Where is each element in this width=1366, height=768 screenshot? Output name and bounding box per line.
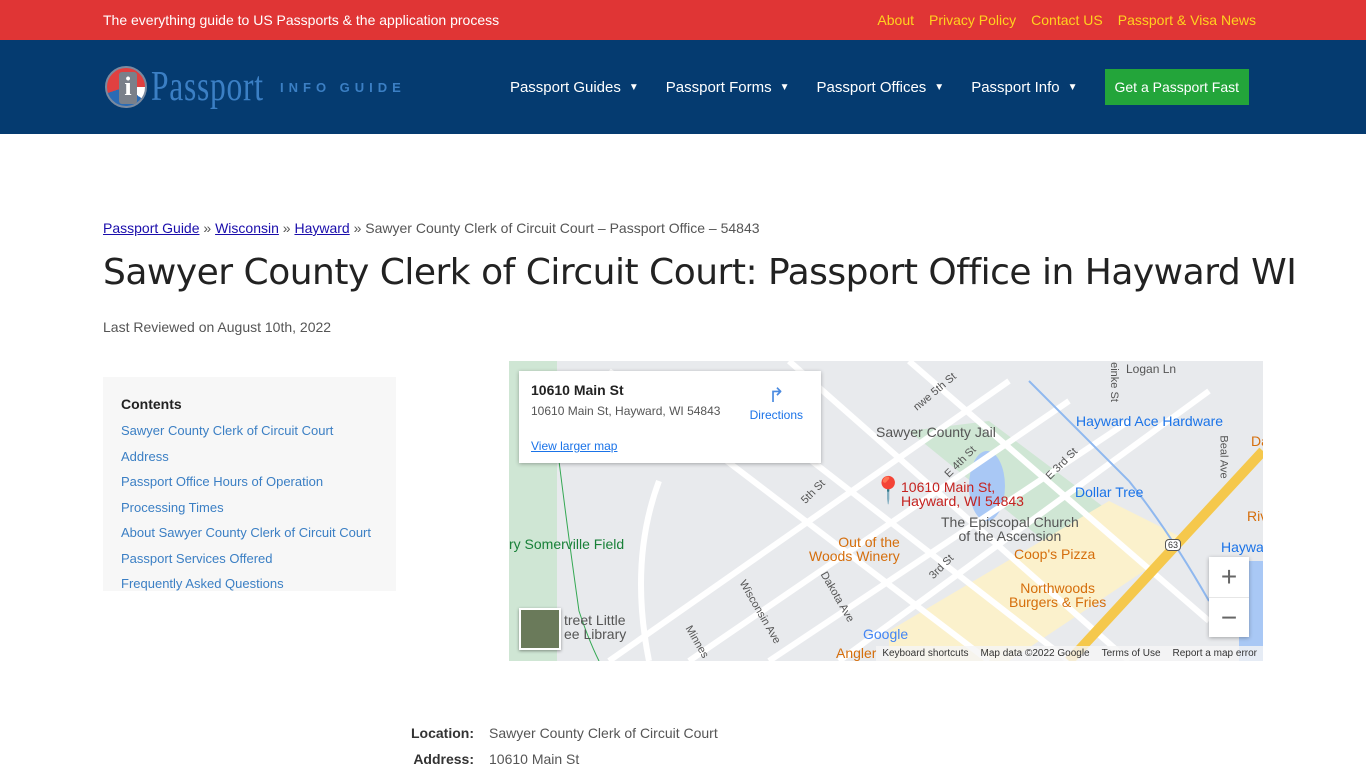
logo[interactable]: Passport INFO GUIDE <box>105 63 406 111</box>
crumb-hayward[interactable]: Hayward <box>294 220 349 236</box>
street-label: Beal Ave <box>1217 435 1230 479</box>
contact-link[interactable]: Contact US <box>1031 12 1103 28</box>
keyboard-shortcuts-link[interactable]: Keyboard shortcuts <box>882 648 968 659</box>
nav-passport-guides[interactable]: Passport Guides ▼ <box>510 79 639 96</box>
place-label[interactable]: ry Somerville Field <box>509 536 624 552</box>
street-label: einke St <box>1107 362 1120 402</box>
page-title: Sawyer County Clerk of Circuit Court: Pa… <box>103 252 1297 293</box>
directions-label: Directions <box>749 408 803 422</box>
zoom-in-button[interactable]: + <box>1209 557 1249 597</box>
detail-value: 10610 Main St <box>489 751 580 767</box>
toc-item[interactable]: Passport Office Hours of Operation <box>121 469 378 495</box>
place-line: ee Library <box>564 626 627 642</box>
report-error-link[interactable]: Report a map error <box>1173 648 1257 659</box>
chevron-down-icon: ▼ <box>779 81 790 93</box>
place-line: Woods Winery <box>809 548 900 564</box>
map-data-credit: Map data ©2022 Google <box>980 648 1090 659</box>
toc-item[interactable]: Processing Times <box>121 495 378 521</box>
detail-key: Address: <box>413 751 474 767</box>
about-link[interactable]: About <box>877 12 914 28</box>
chevron-down-icon: ▼ <box>628 81 639 93</box>
view-larger-map-link[interactable]: View larger map <box>531 439 617 453</box>
place-line: Burgers & Fries <box>1009 594 1107 610</box>
pin-label: 10610 Main St, Hayward, WI 54843 <box>901 480 1024 508</box>
nav-passport-forms[interactable]: Passport Forms ▼ <box>666 79 790 96</box>
crumb-sep: » <box>282 220 291 236</box>
satellite-toggle-button[interactable] <box>519 608 561 650</box>
detail-value: Sawyer County Clerk of Circuit Court <box>489 725 718 741</box>
google-logo: Google <box>863 626 909 642</box>
place-label[interactable]: Dair <box>1251 433 1263 449</box>
crumb-current: Sawyer County Clerk of Circuit Court – P… <box>365 220 760 236</box>
tagline: The everything guide to US Passports & t… <box>103 12 500 28</box>
nav-passport-info[interactable]: Passport Info ▼ <box>971 79 1077 96</box>
zoom-out-button[interactable]: − <box>1209 597 1249 637</box>
directions-icon: ↱ <box>767 385 785 407</box>
place-label[interactable]: Angler <box>836 645 876 661</box>
top-bar: The everything guide to US Passports & t… <box>0 0 1366 40</box>
privacy-link[interactable]: Privacy Policy <box>929 12 1016 28</box>
last-reviewed: Last Reviewed on August 10th, 2022 <box>103 319 332 335</box>
place-label[interactable]: treet Little ee Library <box>564 613 626 641</box>
detail-key: Location: <box>411 725 474 741</box>
logo-subtext: INFO GUIDE <box>280 79 406 95</box>
zoom-controls: + − <box>1209 557 1249 637</box>
toc-item[interactable]: Sawyer County Clerk of Circuit Court Add… <box>121 418 378 469</box>
place-label[interactable]: Riv <box>1247 508 1263 524</box>
google-map[interactable]: 10610 Main St 10610 Main St, Hayward, WI… <box>509 361 1263 661</box>
crumb-sep: » <box>353 220 362 236</box>
highway-shield: 63 <box>1165 539 1182 551</box>
place-label[interactable]: Hayward Ace Hardware <box>1076 413 1223 429</box>
map-pin-icon[interactable]: 📍 <box>872 475 904 506</box>
map-info-card: 10610 Main St 10610 Main St, Hayward, WI… <box>519 371 821 463</box>
place-label[interactable]: Haywa <box>1221 539 1263 555</box>
chevron-down-icon: ▼ <box>1067 81 1078 93</box>
nav-label: Passport Offices <box>816 78 927 96</box>
place-label[interactable]: Sawyer County Jail <box>876 424 996 440</box>
chevron-down-icon: ▼ <box>934 81 945 93</box>
crumb-sep: » <box>203 220 212 236</box>
breadcrumb: Passport Guide » Wisconsin » Hayward » S… <box>103 220 760 236</box>
place-label[interactable]: Dollar Tree <box>1075 484 1143 500</box>
toc-item[interactable]: Passport Services Offered <box>121 546 378 572</box>
get-passport-fast-button[interactable]: Get a Passport Fast <box>1104 69 1249 105</box>
terms-link[interactable]: Terms of Use <box>1102 648 1161 659</box>
logo-text: Passport <box>151 64 264 110</box>
place-label[interactable]: The Episcopal Church of the Ascension <box>941 515 1079 543</box>
nav-label: Passport Forms <box>665 78 772 96</box>
place-line: of the Ascension <box>958 528 1062 544</box>
logo-globe-icon <box>105 66 147 108</box>
pin-label-2: Hayward, WI 54843 <box>901 493 1024 509</box>
place-label[interactable]: Out of the Woods Winery <box>809 535 900 563</box>
toc-item[interactable]: About Sawyer County Clerk of Circuit Cou… <box>121 520 378 546</box>
nav-label: Passport Info <box>971 78 1060 96</box>
crumb-wisconsin[interactable]: Wisconsin <box>215 220 279 236</box>
toc-item[interactable]: Frequently Asked Questions <box>121 571 378 597</box>
place-label[interactable]: Northwoods Burgers & Fries <box>1009 581 1106 609</box>
street-label: Logan Ln <box>1124 362 1179 376</box>
nav-label: Passport Guides <box>509 78 621 96</box>
main-nav: Passport INFO GUIDE Passport Guides ▼ Pas… <box>0 40 1366 134</box>
map-footer: Keyboard shortcuts Map data ©2022 Google… <box>876 646 1263 661</box>
place-label[interactable]: Coop's Pizza <box>1014 546 1095 562</box>
toc-heading: Contents <box>121 396 182 412</box>
crumb-passport-guide[interactable]: Passport Guide <box>103 220 200 236</box>
directions-button[interactable]: ↱ Directions <box>750 383 803 422</box>
news-link[interactable]: Passport & Visa News <box>1118 12 1256 28</box>
table-of-contents: Contents Sawyer County Clerk of Circuit … <box>103 377 396 591</box>
nav-passport-offices[interactable]: Passport Offices ▼ <box>817 79 945 96</box>
